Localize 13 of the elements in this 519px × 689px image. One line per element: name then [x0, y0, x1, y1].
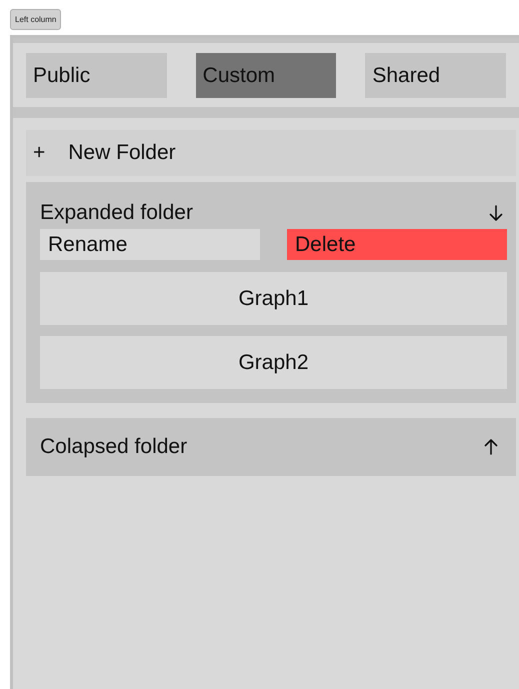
tab[interactable]: Shared [365, 53, 506, 98]
tab[interactable]: Public [26, 53, 167, 98]
folder-name[interactable]: Expanded folder [40, 201, 193, 225]
delete-button[interactable]: Delete [287, 229, 507, 260]
graph-item[interactable]: Graph1 [40, 272, 507, 325]
arrow-up-icon[interactable] [484, 439, 498, 455]
left-column-button[interactable]: Left column [10, 9, 62, 30]
folder-name[interactable]: Colapsed folder [40, 435, 188, 459]
new-folder-button[interactable]: + New Folder [26, 130, 516, 176]
graph-item[interactable]: Graph2 [40, 336, 507, 389]
rename-button[interactable]: Rename [40, 229, 260, 260]
tab[interactable]: Custom [196, 53, 336, 98]
arrow-down-icon[interactable] [489, 205, 503, 221]
